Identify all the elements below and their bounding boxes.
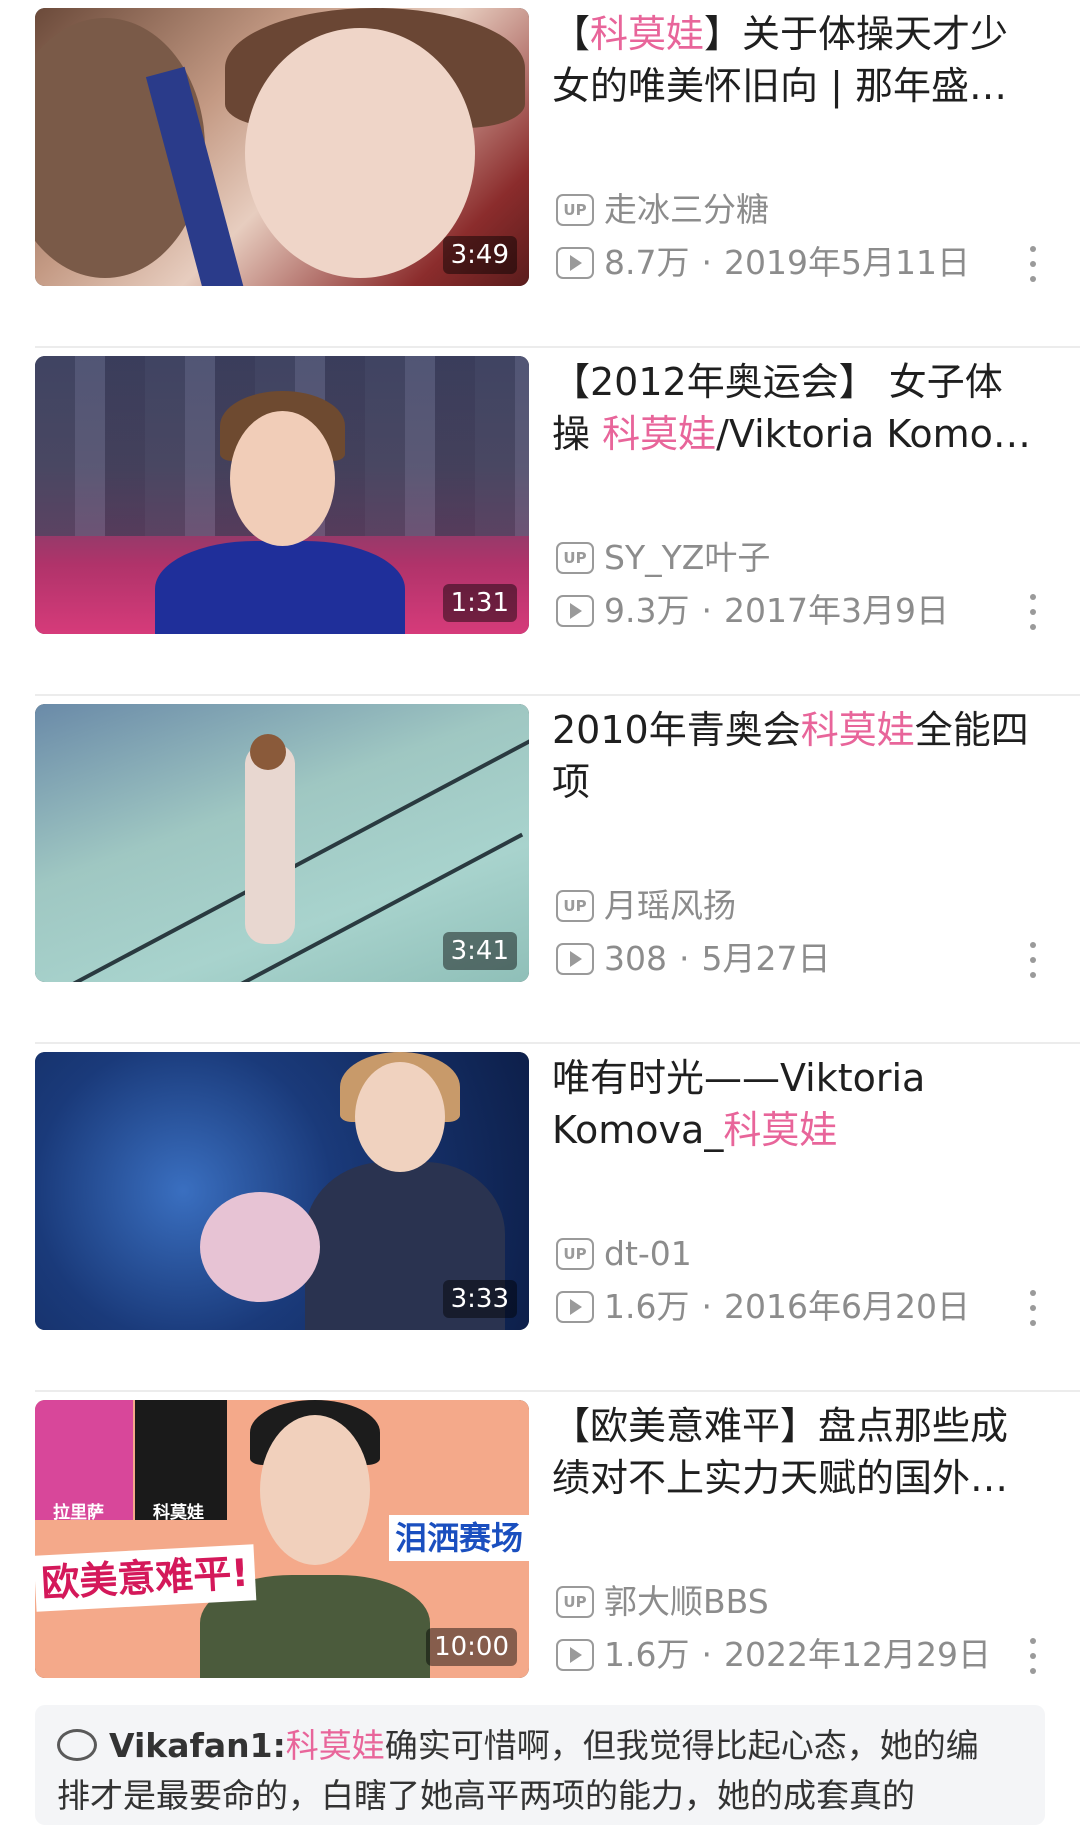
title-highlight: 科莫娃 — [723, 1108, 838, 1152]
uploader-row[interactable]: UP SY_YZ叶子 — [556, 538, 770, 578]
comment-body: 确实可惜啊，但我觉得比起心态，她的编 — [384, 1726, 979, 1765]
thumbnail-banner-secondary: 泪洒赛场 — [389, 1515, 529, 1561]
video-item[interactable]: 3:33 唯有时光——Viktoria Komova_科莫娃 UP dt-01 … — [0, 1044, 1080, 1392]
uploader-name: 月瑶风扬 — [604, 886, 736, 925]
title-line2: 项 — [552, 760, 591, 804]
comment-highlight: 科莫娃 — [285, 1726, 385, 1765]
title-line2: 绩对不上实力天赋的国外… — [552, 1456, 1009, 1500]
video-thumbnail[interactable]: 1:31 — [35, 356, 529, 634]
title-highlight: 科莫娃 — [800, 708, 915, 752]
title-text: Komova_ — [552, 1108, 724, 1152]
video-title[interactable]: 【2012年奥运会】 女子体 操 科莫娃/Viktoria Komo… — [552, 356, 1047, 460]
stats-row: 1.6万 · 2022年12月29日 — [556, 1635, 991, 1675]
separator: · — [701, 243, 712, 282]
publish-date: 2022年12月29日 — [723, 1635, 991, 1674]
uploader-name: dt-01 — [604, 1234, 692, 1273]
title-text: 【欧美意难平】盘点那些成 — [552, 1404, 1009, 1448]
comment-text: Vikafan1:科莫娃确实可惜啊，但我觉得比起心态，她的编 排才是最要命的，白… — [57, 1721, 1017, 1821]
separator: · — [701, 591, 712, 630]
publish-date: 2019年5月11日 — [723, 243, 970, 282]
uploader-row[interactable]: UP 月瑶风扬 — [556, 886, 736, 926]
video-thumbnail[interactable]: 3:49 — [35, 8, 529, 286]
separator: · — [701, 1287, 712, 1326]
publish-date: 2016年6月20日 — [723, 1287, 970, 1326]
play-count-icon — [556, 1291, 594, 1323]
title-highlight: 科莫娃 — [590, 12, 705, 56]
video-title[interactable]: 2010年青奥会科莫娃全能四 项 — [552, 704, 1047, 808]
video-item[interactable]: 3:41 2010年青奥会科莫娃全能四 项 UP 月瑶风扬 308 · 5月27… — [0, 696, 1080, 1044]
more-options-icon[interactable] — [1025, 1290, 1041, 1326]
publish-date: 5月27日 — [701, 939, 831, 978]
separator: · — [701, 1635, 712, 1674]
play-count-icon — [556, 595, 594, 627]
video-thumbnail[interactable]: 3:41 — [35, 704, 529, 982]
up-icon: UP — [556, 1238, 594, 1270]
title-text: 【 — [552, 12, 591, 56]
video-title[interactable]: 【欧美意难平】盘点那些成 绩对不上实力天赋的国外… — [552, 1400, 1047, 1504]
title-highlight: 科莫娃 — [602, 412, 717, 456]
up-icon: UP — [556, 542, 594, 574]
publish-date: 2017年3月9日 — [723, 591, 949, 630]
stats-row: 1.6万 · 2016年6月20日 — [556, 1287, 970, 1327]
view-count: 9.3万 — [604, 591, 690, 630]
view-count: 1.6万 — [604, 1635, 690, 1674]
more-options-icon[interactable] — [1025, 942, 1041, 978]
more-options-icon[interactable] — [1025, 594, 1041, 630]
play-count-icon — [556, 1639, 594, 1671]
up-icon: UP — [556, 890, 594, 922]
video-thumbnail[interactable]: 3:33 — [35, 1052, 529, 1330]
video-duration: 1:31 — [442, 584, 517, 622]
comment-user[interactable]: Vikafan1: — [109, 1726, 286, 1765]
video-duration: 3:33 — [442, 1280, 517, 1318]
title-text: 2010年青奥会 — [552, 708, 801, 752]
title-line2: 操 科莫娃/Viktoria Komo… — [552, 408, 1047, 460]
thumbnail-label: 拉里萨 — [53, 1503, 104, 1523]
play-count-icon — [556, 943, 594, 975]
more-options-icon[interactable] — [1025, 1638, 1041, 1674]
title-text: 全能四 — [914, 708, 1029, 752]
uploader-name: 郭大顺BBS — [604, 1582, 769, 1621]
view-count: 308 — [604, 939, 667, 978]
uploader-row[interactable]: UP dt-01 — [556, 1234, 692, 1274]
video-duration: 3:49 — [442, 236, 517, 274]
uploader-row[interactable]: UP 走冰三分糖 — [556, 190, 769, 230]
title-text: /Viktoria Komo… — [716, 412, 1031, 456]
title-text: 操 — [552, 412, 603, 456]
video-item[interactable]: 欧美意难平! 泪洒赛场 拉里萨 科莫娃 10:00 【欧美意难平】盘点那些成 绩… — [0, 1392, 1080, 1740]
video-thumbnail[interactable]: 欧美意难平! 泪洒赛场 拉里萨 科莫娃 10:00 — [35, 1400, 529, 1678]
video-duration: 10:00 — [426, 1628, 517, 1666]
stats-row: 9.3万 · 2017年3月9日 — [556, 591, 949, 631]
video-item[interactable]: 3:49 【科莫娃】关于体操天才少 女的唯美怀旧向 | 那年盛… UP 走冰三分… — [0, 0, 1080, 348]
uploader-name: SY_YZ叶子 — [604, 538, 771, 577]
stats-row: 8.7万 · 2019年5月11日 — [556, 243, 970, 283]
comment-box[interactable]: Vikafan1:科莫娃确实可惜啊，但我觉得比起心态，她的编 排才是最要命的，白… — [35, 1705, 1045, 1825]
view-count: 8.7万 — [604, 243, 690, 282]
play-count-icon — [556, 247, 594, 279]
more-options-icon[interactable] — [1025, 246, 1041, 282]
uploader-row[interactable]: UP 郭大顺BBS — [556, 1582, 769, 1622]
title-text: 】关于体操天才少 — [704, 12, 1009, 56]
title-line2: 女的唯美怀旧向 | 那年盛… — [552, 64, 1007, 108]
up-icon: UP — [556, 1586, 594, 1618]
comment-body-line2: 排才是最要命的，白瞎了她高平两项的能力，她的成套真的 — [57, 1776, 915, 1815]
view-count: 1.6万 — [604, 1287, 690, 1326]
video-title[interactable]: 唯有时光——Viktoria Komova_科莫娃 — [552, 1052, 1047, 1156]
comment-bubble-icon — [57, 1729, 97, 1761]
title-text: 【2012年奥运会】 女子体 — [552, 360, 1003, 404]
separator: · — [679, 939, 690, 978]
title-line2: Komova_科莫娃 — [552, 1104, 1047, 1156]
video-duration: 3:41 — [442, 932, 517, 970]
title-text: 唯有时光——Viktoria — [552, 1056, 926, 1100]
stats-row: 308 · 5月27日 — [556, 939, 831, 979]
video-item[interactable]: 1:31 【2012年奥运会】 女子体 操 科莫娃/Viktoria Komo…… — [0, 348, 1080, 696]
thumbnail-label: 科莫娃 — [153, 1503, 204, 1523]
uploader-name: 走冰三分糖 — [604, 190, 769, 229]
video-title[interactable]: 【科莫娃】关于体操天才少 女的唯美怀旧向 | 那年盛… — [552, 8, 1047, 112]
thumbnail-banner: 欧美意难平! — [35, 1544, 257, 1612]
up-icon: UP — [556, 194, 594, 226]
